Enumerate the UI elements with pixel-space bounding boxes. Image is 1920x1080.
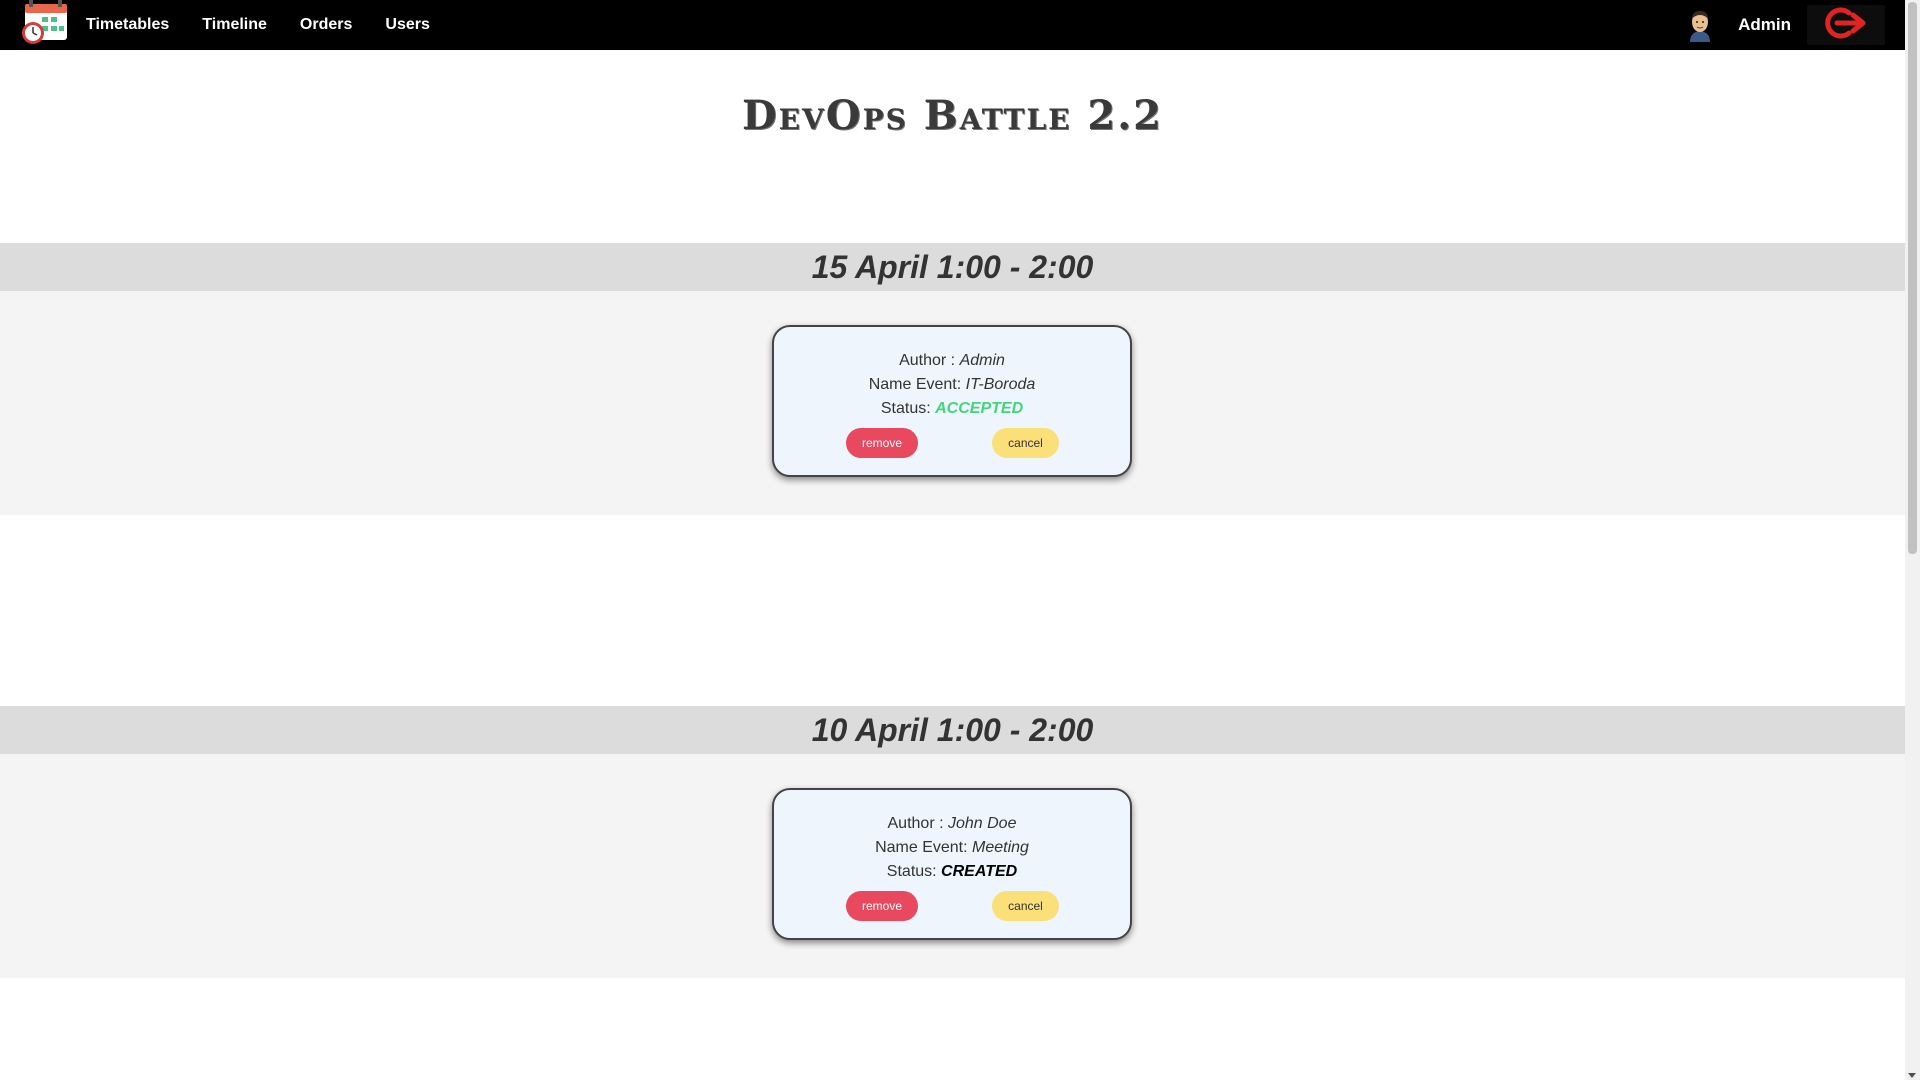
logout-button[interactable] (1807, 5, 1885, 45)
status-label: Status: (886, 863, 942, 880)
timetable-body: Author : John Doe Name Event: Meeting St… (0, 754, 1905, 978)
author-value: Admin (959, 352, 1005, 369)
author-label: Author : (887, 815, 948, 832)
timetable-body: Author : Admin Name Event: IT-Boroda Sta… (0, 291, 1905, 515)
status-line: Status: ACCEPTED (774, 397, 1130, 421)
timetable-section: 15 April 1:00 - 2:00 Author : Admin Name… (0, 243, 1905, 515)
cancel-button[interactable]: cancel (992, 428, 1059, 458)
cancel-button[interactable]: cancel (992, 891, 1059, 921)
event-value: IT-Boroda (965, 376, 1036, 393)
status-label: Status: (880, 400, 936, 417)
status-line: Status: CREATED (774, 860, 1130, 884)
timetable-header: 15 April 1:00 - 2:00 (0, 243, 1905, 291)
nav-link-orders[interactable]: Orders (300, 16, 352, 34)
timetable-section: 10 April 1:00 - 2:00 Author : John Doe N… (0, 706, 1905, 978)
author-value: John Doe (947, 815, 1017, 832)
calendar-clock-icon[interactable] (20, 0, 70, 46)
scroll-down-arrow-icon[interactable] (1908, 1073, 1916, 1078)
card-actions: remove cancel (774, 428, 1130, 458)
event-label: Name Event: (875, 839, 972, 856)
top-navbar: Timetables Timeline Orders Users Admin (0, 0, 1905, 50)
status-badge: CREATED (941, 863, 1018, 880)
remove-button[interactable]: remove (846, 428, 918, 458)
event-line: Name Event: Meeting (774, 836, 1130, 860)
author-line: Author : John Doe (774, 812, 1130, 836)
order-card: Author : Admin Name Event: IT-Boroda Sta… (772, 325, 1132, 477)
nav-link-users[interactable]: Users (385, 16, 429, 34)
nav-links: Timetables Timeline Orders Users (86, 0, 463, 50)
nav-link-timetables[interactable]: Timetables (86, 16, 169, 34)
status-badge: ACCEPTED (935, 400, 1024, 417)
nav-user-area: Admin (1686, 0, 1905, 50)
card-actions: remove cancel (774, 891, 1130, 921)
author-label: Author : (899, 352, 960, 369)
author-line: Author : Admin (774, 349, 1130, 373)
timetable-date-range: 15 April 1:00 - 2:00 (811, 248, 1094, 285)
event-value: Meeting (972, 839, 1029, 856)
page-title: DevOps Battle 2.2 (741, 92, 1164, 139)
timetable-header: 10 April 1:00 - 2:00 (0, 706, 1905, 754)
order-card: Author : John Doe Name Event: Meeting St… (772, 788, 1132, 940)
user-avatar-icon[interactable] (1686, 8, 1714, 42)
vertical-scrollbar[interactable] (1905, 0, 1920, 1080)
logout-arrow-icon (1823, 5, 1869, 46)
timetable-date-range: 10 April 1:00 - 2:00 (811, 711, 1094, 748)
user-name[interactable]: Admin (1738, 15, 1791, 35)
event-label: Name Event: (868, 376, 966, 393)
event-line: Name Event: IT-Boroda (774, 373, 1130, 397)
nav-link-timeline[interactable]: Timeline (202, 16, 267, 34)
scrollbar-thumb[interactable] (1908, 2, 1917, 554)
remove-button[interactable]: remove (846, 891, 918, 921)
